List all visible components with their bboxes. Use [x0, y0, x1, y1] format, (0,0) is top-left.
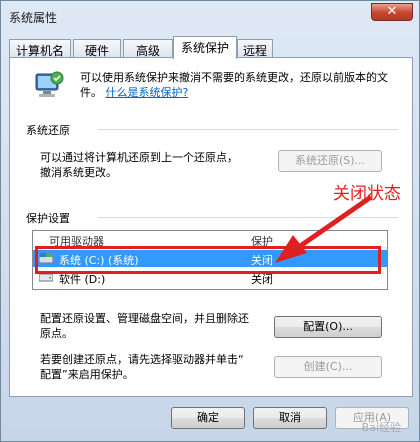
- drive-name: 系统 (C:) (系统): [59, 254, 139, 267]
- tab-strip: 计算机名 硬件 高级 系统保护 远程: [9, 36, 413, 59]
- what-is-system-protection-link[interactable]: 什么是系统保护?: [106, 86, 189, 99]
- tab-hardware[interactable]: 硬件: [73, 39, 121, 58]
- column-protection[interactable]: 保护: [251, 233, 273, 249]
- system-restore-description: 可以通过将计算机还原到上一个还原点， 撤消系统更改。: [40, 151, 238, 179]
- close-icon: ✕: [386, 4, 398, 19]
- tab-computer-name[interactable]: 计算机名: [9, 39, 71, 58]
- drive-row-d[interactable]: 软件 (D:) 关闭: [33, 269, 387, 286]
- system-drive-icon: [39, 253, 53, 263]
- tab-remote[interactable]: 远程: [237, 39, 273, 58]
- ok-button[interactable]: 确定: [171, 407, 245, 429]
- tab-advanced[interactable]: 高级: [123, 39, 173, 58]
- column-available-drives[interactable]: 可用驱动器: [49, 233, 104, 249]
- drive-protection-status: 关闭: [251, 254, 273, 267]
- divider: [98, 129, 398, 130]
- watermark: Bai经验: [361, 421, 401, 434]
- tab-system-protection[interactable]: 系统保护: [173, 36, 237, 59]
- configure-description: 配置还原设置、管理磁盘空间，并且删除还 原点。: [40, 312, 249, 340]
- system-properties-window: 系统属性 ✕ 计算机名 硬件 高级 系统保护 远程 可以使用系统保护来撤消不需要…: [0, 0, 420, 442]
- create-description: 若要创建还原点，请先选择驱动器并单击“ 配置”来启用保护。: [40, 353, 244, 381]
- drive-icon: [39, 273, 53, 282]
- system-restore-button[interactable]: 系统还原(S)...: [278, 150, 382, 172]
- cancel-button[interactable]: 取消: [253, 407, 327, 429]
- configure-button[interactable]: 配置(O)...: [274, 316, 382, 338]
- drive-name: 软件 (D:): [59, 273, 106, 286]
- system-restore-label: 系统还原: [26, 124, 70, 137]
- dialog-footer: 确定 取消 应用(A) Bai经验: [1, 397, 419, 441]
- annotation-text: 关闭状态: [333, 184, 401, 204]
- protection-settings-label: 保护设置: [26, 212, 70, 225]
- system-protection-icon: [35, 71, 64, 97]
- intro-text: 可以使用系统保护来撤消不需要的系统更改，还原以前版本的文件。 什么是系统保护?: [80, 71, 388, 99]
- create-button[interactable]: 创建(C)...: [274, 356, 382, 378]
- drive-protection-status: 关闭: [251, 273, 273, 286]
- window-title: 系统属性: [9, 11, 58, 25]
- close-button[interactable]: ✕: [371, 3, 413, 21]
- title-bar[interactable]: 系统属性 ✕: [1, 1, 419, 31]
